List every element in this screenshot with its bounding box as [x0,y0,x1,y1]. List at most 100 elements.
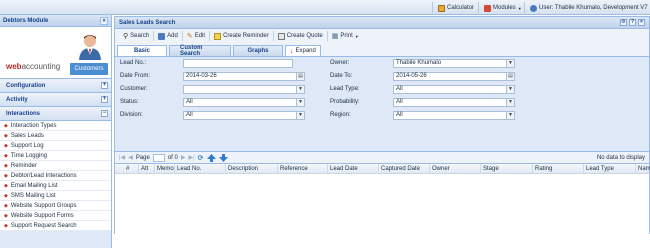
collapse-icon[interactable]: − [101,110,108,117]
calculator-icon [438,4,445,12]
user-menu-button[interactable]: User: Thabile Khumalo, Development V7 [530,3,648,13]
status-select[interactable]: All ▼ [183,98,305,107]
help-icon[interactable]: ? [629,19,636,26]
create-reminder-button[interactable]: Create Reminder [210,30,273,42]
left-panel: Debtors Module « webaccounting Customers… [0,15,112,248]
left-panel-header: Debtors Module « [0,15,111,27]
arrow-right-icon: ◆ [4,122,8,129]
column-header[interactable]: # [124,164,129,174]
chevron-down-icon: ▼ [354,33,359,39]
division-select[interactable]: All ▼ [183,111,305,120]
nav-item-support-log[interactable]: ◆ Support Log [0,141,111,151]
page-number-input[interactable] [152,153,165,162]
tab-graphs[interactable]: Graphs [233,45,283,56]
nav-item-label: Support Log [10,142,44,149]
nav-item-email-mailing-list[interactable]: ◆ Email Mailing List [0,181,111,191]
column-header[interactable]: Captured Date [378,164,420,174]
refresh-icon[interactable]: ⟳ [198,154,204,162]
section-interactions[interactable]: Interactions − [0,107,111,121]
nav-item-sales-leads[interactable]: ◆ Sales Leads [0,131,111,141]
add-button[interactable]: Add [154,30,182,42]
column-header[interactable]: Stage [480,164,499,174]
search-button[interactable]: ⚲ Search [119,30,153,42]
page-title: Sales Leads Search [119,19,176,26]
close-icon[interactable]: × [638,19,645,26]
date-to-label: Date To: [330,73,353,79]
chevron-down-icon[interactable]: ▼ [506,99,514,106]
column-header[interactable]: Lead No. [174,164,201,174]
nav-item-time-logging[interactable]: ◆ Time Logging [0,151,111,161]
chevron-down-icon[interactable]: ▼ [296,99,304,106]
expand-label: Expand [295,48,316,54]
date-from-field[interactable]: 2014-03-26 ▤ [183,72,305,81]
column-header[interactable]: Reference [277,164,308,174]
arrow-down-icon[interactable] [218,153,228,162]
nav-item-label: Support Request Search [10,222,77,229]
edit-button[interactable]: ✎ Edit [183,30,209,42]
lead-no-input[interactable] [183,59,293,68]
interactions-nav-list: ◆ Interaction Types ◆ Sales Leads ◆ Support… [0,121,111,231]
expand-icon[interactable]: + [101,82,108,89]
nav-item-interaction-types[interactable]: ◆ Interaction Types [0,121,111,131]
prev-page-icon[interactable]: ◀ [128,154,133,161]
chevron-down-icon[interactable]: ▼ [506,86,514,93]
note-icon [214,32,222,40]
region-select[interactable]: All ▼ [393,111,515,120]
calendar-icon[interactable]: ▤ [296,73,304,80]
nav-item-support-request-search[interactable]: ◆ Support Request Search [0,221,111,231]
separator [432,2,433,13]
chevron-down-icon[interactable]: ▼ [506,112,514,119]
owner-select[interactable]: Thabile Khumalo ▼ [393,59,515,68]
expand-button[interactable]: ↓ Expand [285,45,321,56]
collapse-panel-button[interactable]: « [100,16,108,25]
nav-item-sms-mailing-list[interactable]: ◆ SMS Mailing List [0,191,111,201]
nav-item-label: Reminder [10,162,37,169]
column-header[interactable]: Rating [532,164,552,174]
arrow-right-icon: ◆ [4,212,8,219]
column-header[interactable]: Memo [154,164,174,174]
calculator-button[interactable]: Calculator [438,3,474,13]
arrow-up-icon[interactable] [206,153,216,162]
page-count-label: of 0 [167,154,178,161]
create-quote-button[interactable]: Create Quote [274,30,327,42]
tab-basic[interactable]: Basic [117,45,167,56]
nav-item-website-support-groups[interactable]: ◆ Website Support Groups [0,201,111,211]
customers-button[interactable]: Customers [70,63,108,75]
chevron-down-icon[interactable]: ▼ [296,112,304,119]
expand-icon[interactable]: + [101,96,108,103]
column-header[interactable]: Lead Type [583,164,614,174]
calendar-icon[interactable]: ▤ [506,73,514,80]
column-header[interactable]: Att [138,164,148,174]
section-activity[interactable]: Activity + [0,93,111,107]
section-label: Configuration [6,82,46,89]
nav-item-website-support-forms[interactable]: ◆ Website Support Forms [0,211,111,221]
first-page-icon[interactable]: |◀ [119,154,125,161]
division-label: Division: [120,112,143,118]
probability-select[interactable]: All ▼ [393,98,515,107]
lead-type-label: Lead Type: [330,86,360,92]
last-page-icon[interactable]: ▶| [188,154,194,161]
column-header[interactable]: Lead Date [327,164,358,174]
modules-menu-button[interactable]: Modules ▼ [484,3,522,13]
section-configuration[interactable]: Configuration + [0,79,111,93]
gear-icon[interactable]: ⚙ [620,19,627,26]
column-header[interactable]: Owner [429,164,450,174]
print-menu-button[interactable]: ▦ Print ▼ [328,30,363,42]
create-quote-label: Create Quote [286,33,323,39]
lead-type-select[interactable]: All ▼ [393,85,515,94]
date-to-field[interactable]: 2014-05-26 ▤ [393,72,515,81]
column-header[interactable]: Description [225,164,258,174]
customer-select[interactable]: ▼ [183,85,305,94]
column-header[interactable]: Nam [635,164,650,174]
modules-label: Modules [493,5,516,11]
grid-header: # Att Memo Lead No. Description Referenc… [114,164,650,174]
next-page-icon[interactable]: ▶ [181,154,186,161]
tab-custom-search[interactable]: Custom Search [169,45,231,57]
arrow-down-icon: ↓ [290,47,294,55]
nav-item-debtor-lead-interactions[interactable]: ◆ Debtor/Lead Interactions [0,171,111,181]
left-panel-title: Debtors Module [3,17,49,24]
chevron-down-icon[interactable]: ▼ [296,86,304,93]
chevron-down-icon[interactable]: ▼ [506,60,514,67]
section-label: Interactions [6,110,41,117]
nav-item-reminder[interactable]: ◆ Reminder [0,161,111,171]
